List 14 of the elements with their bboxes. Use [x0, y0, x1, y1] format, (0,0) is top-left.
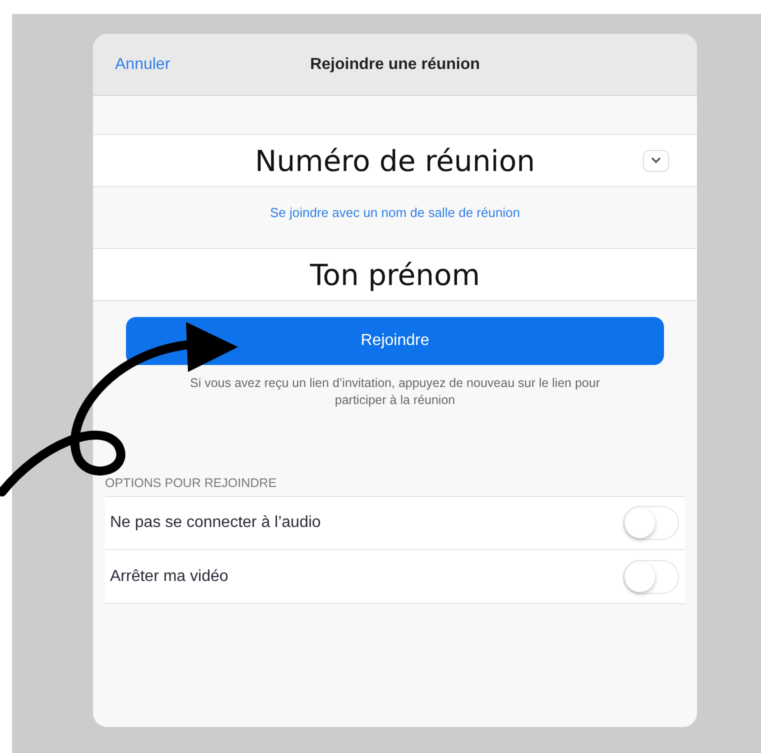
toggle-switch[interactable]: [623, 506, 679, 540]
room-name-link[interactable]: Se joindre avec un nom de salle de réunion: [270, 205, 520, 220]
join-button[interactable]: Rejoindre: [126, 317, 664, 365]
toggle-switch[interactable]: [623, 560, 679, 594]
cancel-link[interactable]: Annuler: [115, 56, 170, 74]
invitation-hint: Si vous avez reçu un lien d’invitation, appuyez de nouveau sur le lien pour participer à la réunion: [189, 375, 601, 409]
option-label: Ne pas se connecter à l’audio: [110, 514, 321, 532]
section-header: OPTIONS POUR REJOINDRE: [105, 476, 278, 492]
name-field[interactable]: Ton prénom: [93, 248, 697, 301]
chevron-down-icon: [651, 157, 661, 164]
dropdown-button[interactable]: [643, 150, 669, 172]
dialog-title: Rejoindre une réunion: [310, 56, 480, 74]
option-label: Arrêter ma vidéo: [110, 568, 228, 586]
meeting-number-field[interactable]: Numéro de réunion: [93, 134, 697, 187]
